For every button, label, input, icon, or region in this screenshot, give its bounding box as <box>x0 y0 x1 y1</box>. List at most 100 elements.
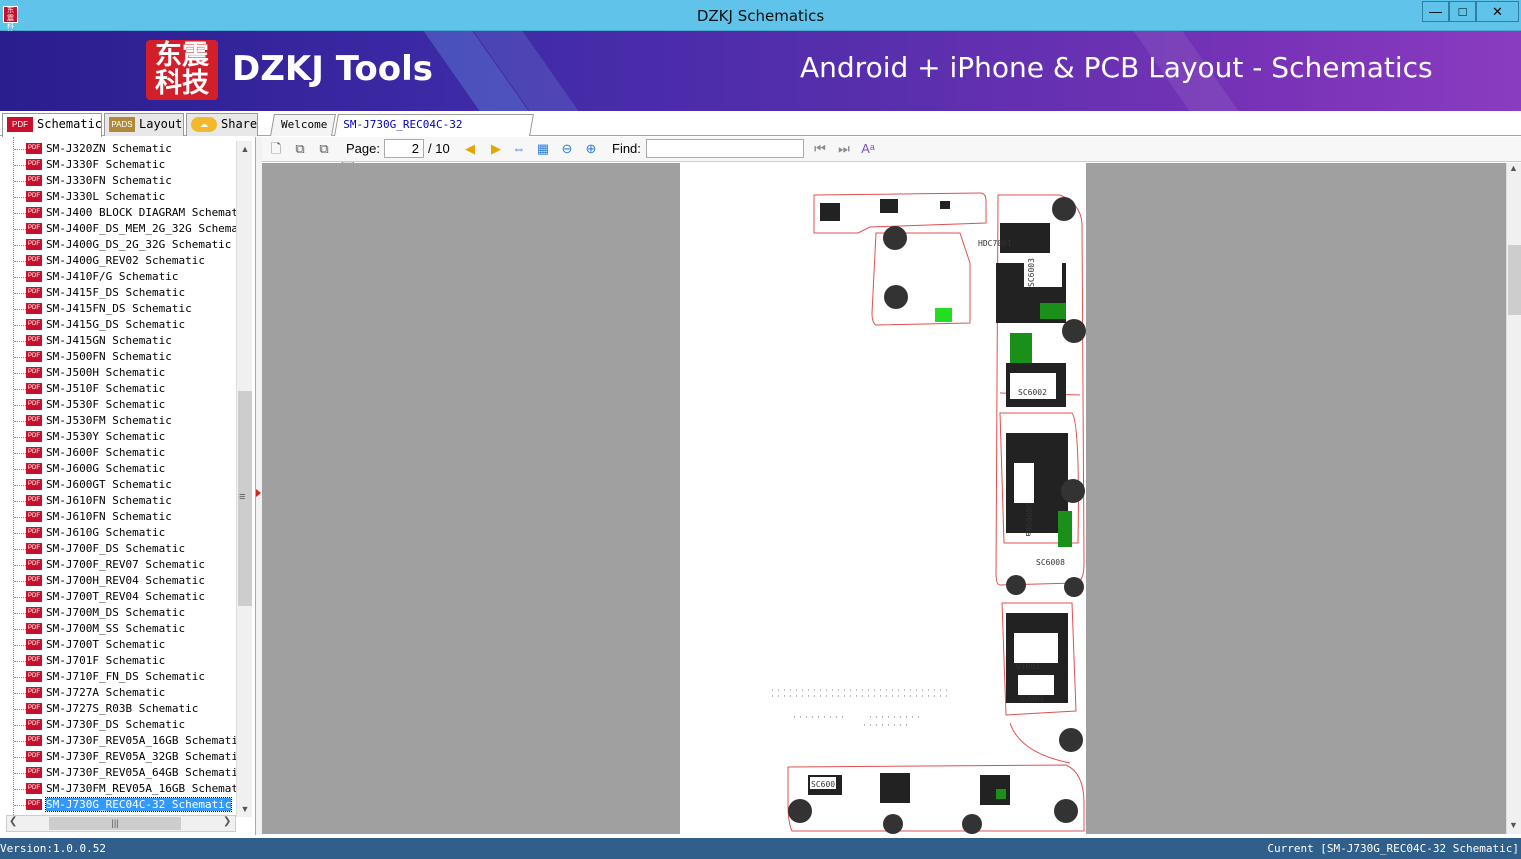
tree-item[interactable]: PDF SM-J400 BLOCK DIAGRAM Schematic <box>0 205 236 221</box>
find-input[interactable] <box>646 139 804 158</box>
dzkj-logo: 东震 科技 <box>146 40 218 100</box>
tree-item-label: SM-J500H Schematic <box>46 366 166 379</box>
tree-item[interactable]: PDF SM-J320ZN Schematic <box>0 141 236 157</box>
tab-current-document[interactable]: SM-J730G_REC04C-32 Schematic ✕ <box>334 114 534 172</box>
zoom-out-icon[interactable]: ⊖ <box>559 141 575 157</box>
tree-item[interactable]: PDF SM-J530F Schematic <box>0 397 236 413</box>
zoom-in-icon[interactable]: ⊕ <box>583 141 599 157</box>
tree-item[interactable]: PDF SM-J400F_DS_MEM_2G_32G Schematic <box>0 221 236 237</box>
page-total: / 10 <box>428 141 450 156</box>
print-pages-icon[interactable]: ⧉ <box>316 141 332 157</box>
viewer-scroll-down-icon[interactable]: ▼ <box>1509 820 1518 830</box>
viewer-scroll-thumb[interactable] <box>1508 245 1521 315</box>
tree-item[interactable]: PDF SM-J610G Schematic <box>0 525 236 541</box>
tree-item[interactable]: PDF SM-J415G_DS Schematic <box>0 317 236 333</box>
tree-item[interactable]: PDF SM-J700T_REV04 Schematic <box>0 589 236 605</box>
status-bar: Version:1.0.0.52 Current [SM-J730G_REC04… <box>0 838 1521 859</box>
tree-item-label: SM-J600F Schematic <box>46 446 166 459</box>
open-file-icon[interactable]: 🗋 <box>268 141 284 157</box>
tree-item-label: SM-J600G Schematic <box>46 462 166 475</box>
tree-item[interactable]: PDF SM-J730FM_REV05A_16GB Schematic <box>0 781 236 797</box>
tree-item-label: SM-J730G_REC04C-32 Schematic <box>44 797 233 812</box>
pdf-file-icon: PDF <box>26 223 42 234</box>
tree-item-label: SM-J400G_REV02 Schematic <box>46 254 205 267</box>
prev-page-icon[interactable]: ◀ <box>462 141 478 157</box>
tree-item[interactable]: PDF SM-J530Y Schematic <box>0 429 236 445</box>
tree-item[interactable]: PDF SM-J700T Schematic <box>0 637 236 653</box>
minimize-button[interactable]: — <box>1422 1 1449 22</box>
find-next-icon[interactable]: ⏭ <box>836 141 852 157</box>
tree-item-label: SM-J610G Schematic <box>46 526 166 539</box>
tree-item[interactable]: PDF SM-J730F_DS Schematic <box>0 717 236 733</box>
tree-item[interactable]: PDF SM-J530FM Schematic <box>0 413 236 429</box>
pdf-file-icon: PDF <box>26 799 42 810</box>
pdf-file-icon: PDF <box>26 703 42 714</box>
tree-item[interactable]: PDF SM-J600G Schematic <box>0 461 236 477</box>
next-page-icon[interactable]: ▶ <box>488 141 504 157</box>
tree-item[interactable]: PDF SM-J700M_DS Schematic <box>0 605 236 621</box>
tree-item[interactable]: PDF SM-J710F_FN_DS Schematic <box>0 669 236 685</box>
page-input[interactable]: 2 <box>384 139 424 158</box>
pdf-icon: PDF <box>7 117 33 132</box>
viewer-scroll-up-icon[interactable]: ▲ <box>1509 163 1518 173</box>
tree-item[interactable]: PDF SM-J410F/G Schematic <box>0 269 236 285</box>
tab-schematic[interactable]: PDF Schematic <box>2 113 102 137</box>
viewer-vertical-scrollbar[interactable]: ▲ ▼ <box>1506 163 1521 834</box>
tree-item[interactable]: PDF SM-J500FN Schematic <box>0 349 236 365</box>
tree-item[interactable]: PDF SM-J730F_REV05A_16GB Schematic <box>0 733 236 749</box>
tree-item[interactable]: PDF SM-J330F Schematic <box>0 157 236 173</box>
tree-item[interactable]: PDF SM-J700H_REV04 Schematic <box>0 573 236 589</box>
tree-item-label: SM-J415F_DS Schematic <box>46 286 186 299</box>
tree-item[interactable]: PDF SM-J400G_DS_2G_32G Schematic <box>0 237 236 253</box>
tree-item[interactable]: PDF SM-J510F Schematic <box>0 381 236 397</box>
tree-item[interactable]: PDF SM-J730F_REV05A_32GB Schematic <box>0 749 236 765</box>
tree-item[interactable]: PDF SM-J415F_DS Schematic <box>0 285 236 301</box>
fit-page-icon[interactable]: ▦ <box>535 141 551 157</box>
copy-page-icon[interactable]: ⧉ <box>292 141 308 157</box>
current-document-text: Current [SM-J730G_REC04C-32 Schematic] <box>1267 842 1519 855</box>
tree-item[interactable]: PDF SM-J600GT Schematic <box>0 477 236 493</box>
tree-item[interactable]: PDF SM-J727A Schematic <box>0 685 236 701</box>
tree-item-label: SM-J400 BLOCK DIAGRAM Schematic <box>46 206 236 219</box>
tree-item-label: SM-J410F/G Schematic <box>46 270 179 283</box>
tab-layout[interactable]: PADS Layout <box>104 113 184 136</box>
tree-item-label: SM-J600GT Schematic <box>46 478 172 491</box>
tree-item-label: SM-J700T_REV04 Schematic <box>46 590 205 603</box>
tree-horizontal-scrollbar[interactable]: ❮ ||| ❯ <box>6 815 236 832</box>
tree-item[interactable]: PDF SM-J700F_DS Schematic <box>0 541 236 557</box>
find-prev-icon[interactable]: ⏮ <box>812 141 828 157</box>
pdf-file-icon: PDF <box>26 751 42 762</box>
document-viewer[interactable]: HDC7001 SC6002 SC6003 U6009Ba SC6008 U10… <box>262 163 1506 834</box>
scroll-down-icon[interactable]: ▼ <box>237 801 253 817</box>
fit-width-icon[interactable]: ⇔ <box>511 141 527 157</box>
tree-item-label: SM-J320ZN Schematic <box>46 142 172 155</box>
tree-vertical-scrollbar[interactable]: ▲ ≡ ▼ <box>236 141 252 817</box>
tree-item[interactable]: PDF SM-J730F_REV05A_64GB Schematic <box>0 765 236 781</box>
tab-share[interactable]: ☁ Share <box>186 113 258 136</box>
tree-item[interactable]: PDF SM-J400G_REV02 Schematic <box>0 253 236 269</box>
tree-item[interactable]: PDF SM-J600F Schematic <box>0 445 236 461</box>
tree-item[interactable]: PDF SM-J330FN Schematic <box>0 173 236 189</box>
tree-item-label: SM-J400F_DS_MEM_2G_32G Schematic <box>46 222 236 235</box>
close-button[interactable]: ✕ <box>1476 1 1519 22</box>
tree-item[interactable]: PDF SM-J701F Schematic <box>0 653 236 669</box>
tree-item[interactable]: PDF SM-J700F_REV07 Schematic <box>0 557 236 573</box>
tree-item[interactable]: PDF SM-J610FN Schematic <box>0 509 236 525</box>
match-case-icon[interactable]: Aᵃ <box>860 141 876 157</box>
tab-welcome[interactable]: Welcome <box>270 114 336 136</box>
scroll-left-icon[interactable]: ❮ <box>9 816 17 827</box>
scroll-right-icon[interactable]: ❯ <box>223 816 231 827</box>
tree-item[interactable]: PDF SM-J727S_R03B Schematic <box>0 701 236 717</box>
maximize-button[interactable]: □ <box>1449 1 1476 22</box>
tree-item[interactable]: PDF SM-J330L Schematic <box>0 189 236 205</box>
tree-item[interactable]: PDF SM-J730G_REC04C-32 Schematic <box>0 797 236 813</box>
tree-item[interactable]: PDF SM-J415FN_DS Schematic <box>0 301 236 317</box>
sc600-label: SC600 <box>811 780 835 789</box>
tree-item[interactable]: PDF SM-J700M_SS Schematic <box>0 621 236 637</box>
hscroll-thumb[interactable]: ||| <box>49 817 181 830</box>
scroll-up-icon[interactable]: ▲ <box>237 141 253 157</box>
tree-item[interactable]: PDF SM-J415GN Schematic <box>0 333 236 349</box>
pdf-file-icon: PDF <box>26 367 42 378</box>
tree-item[interactable]: PDF SM-J610FN Schematic <box>0 493 236 509</box>
tree-item[interactable]: PDF SM-J500H Schematic <box>0 365 236 381</box>
